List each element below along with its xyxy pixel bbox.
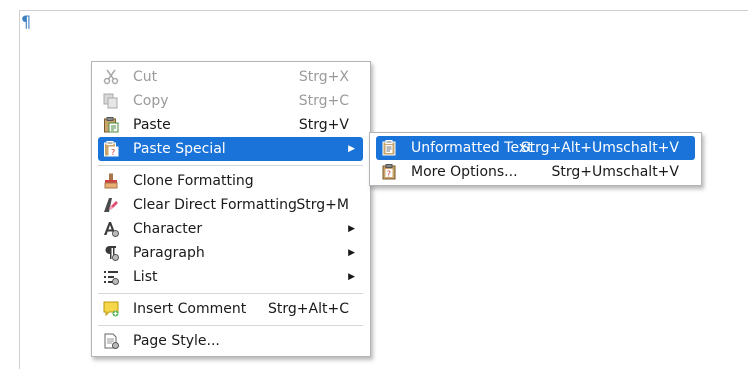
menu-item-label: Clear Direct Formatting (133, 197, 297, 213)
menu-item-character[interactable]: Character ▶ (98, 217, 363, 241)
menu-item-shortcut: Strg+V (298, 117, 349, 133)
menu-item-label: More Options... (411, 164, 518, 180)
paragraph-mark: ¶ (21, 12, 32, 31)
page-margin-left-line (19, 10, 20, 369)
menu-item-shortcut: Strg+Umschalt+V (551, 164, 679, 180)
menu-item-label: Copy (133, 93, 169, 109)
menu-item-clear-direct-formatting[interactable]: Clear Direct Formatting Strg+M (98, 193, 363, 217)
paste-special-icon: ? (103, 141, 119, 157)
menu-item-shortcut: Strg+Alt+Umschalt+V (520, 140, 679, 156)
menu-item-shortcut: Strg+C (298, 93, 349, 109)
submenu-item-unformatted-text[interactable]: Unformatted Text Strg+Alt+Umschalt+V (376, 136, 695, 160)
submenu-item-more-options[interactable]: ? More Options... Strg+Umschalt+V (376, 160, 695, 184)
list-icon (103, 269, 119, 285)
menu-item-label: Insert Comment (133, 301, 247, 317)
menu-item-paste[interactable]: Paste Strg+V (98, 113, 363, 137)
menu-item-clone-formatting[interactable]: Clone Formatting (98, 169, 363, 193)
menu-item-label: Paragraph (133, 245, 205, 261)
submenu-arrow-icon: ▶ (348, 224, 355, 234)
menu-separator (98, 293, 363, 294)
submenu-arrow-icon: ▶ (348, 144, 355, 154)
menu-separator (98, 165, 363, 166)
page-style-icon (103, 333, 119, 349)
svg-text:?: ? (387, 169, 391, 178)
menu-item-label: Cut (133, 69, 158, 85)
clipboard-text-icon (381, 140, 397, 156)
scissors-icon (103, 69, 119, 85)
menu-item-label: Character (133, 221, 203, 237)
clipboard-question-icon: ? (381, 164, 397, 180)
menu-item-page-style[interactable]: Page Style... (98, 329, 363, 353)
menu-item-paste-special[interactable]: ? Paste Special ▶ (98, 137, 363, 161)
submenu-arrow-icon: ▶ (348, 272, 355, 282)
svg-text:?: ? (111, 148, 115, 157)
menu-item-paragraph[interactable]: Paragraph ▶ (98, 241, 363, 265)
menu-item-copy[interactable]: Copy Strg+C (98, 89, 363, 113)
copy-icon (103, 93, 119, 109)
menu-item-label: Paste (133, 117, 171, 133)
paragraph-icon (103, 245, 119, 261)
comment-icon (103, 301, 119, 317)
menu-item-shortcut: Strg+Alt+C (268, 301, 349, 317)
context-menu: Cut Strg+X Copy Strg+C Paste Strg+V ? Pa… (91, 61, 371, 357)
menu-separator (98, 325, 363, 326)
menu-item-label: Clone Formatting (133, 173, 254, 189)
page-margin-top-line (19, 10, 748, 11)
menu-item-shortcut: Strg+X (298, 69, 349, 85)
paintbrush-icon (103, 173, 119, 189)
menu-item-label: List (133, 269, 158, 285)
menu-item-label: Paste Special (133, 141, 226, 157)
menu-item-label: Page Style... (133, 333, 220, 349)
menu-item-insert-comment[interactable]: Insert Comment Strg+Alt+C (98, 297, 363, 321)
menu-item-cut[interactable]: Cut Strg+X (98, 65, 363, 89)
character-icon (103, 221, 119, 237)
clear-formatting-icon (103, 197, 119, 213)
menu-item-list[interactable]: List ▶ (98, 265, 363, 289)
submenu-arrow-icon: ▶ (348, 248, 355, 258)
paste-special-submenu: Unformatted Text Strg+Alt+Umschalt+V ? M… (369, 132, 702, 186)
paste-icon (103, 117, 119, 133)
menu-item-shortcut: Strg+M (296, 197, 349, 213)
menu-item-label: Unformatted Text (411, 140, 533, 156)
